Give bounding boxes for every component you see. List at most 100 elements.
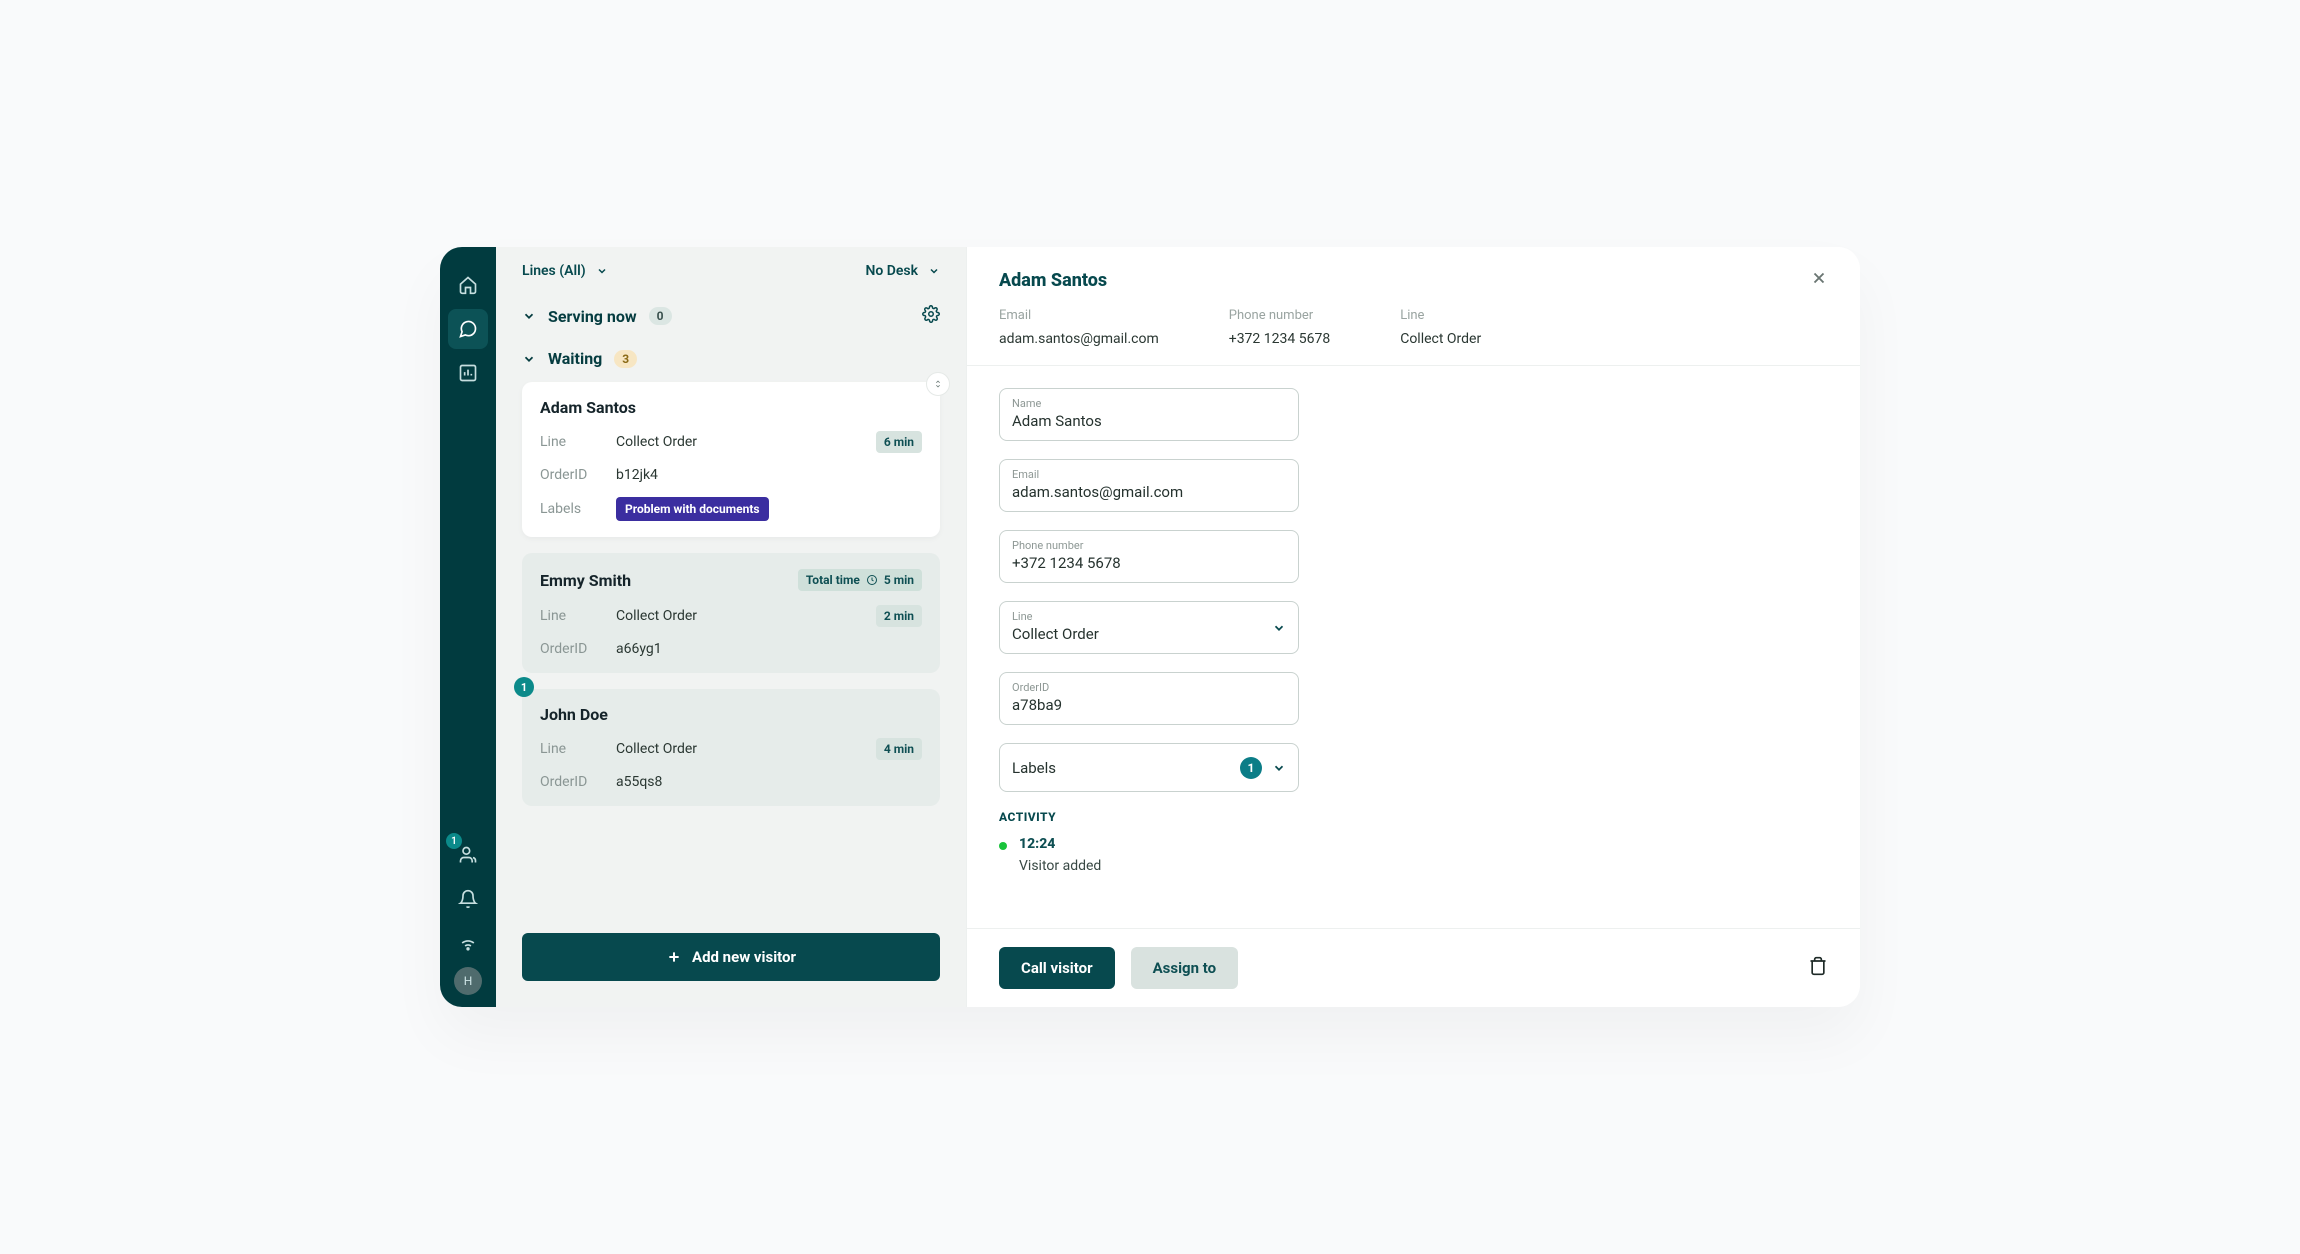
phone-field[interactable]: Phone number +372 1234 5678 bbox=[999, 530, 1299, 583]
line-select[interactable]: Line Collect Order bbox=[999, 601, 1299, 654]
waiting-count: 3 bbox=[614, 350, 637, 368]
chat-icon bbox=[458, 319, 478, 339]
waiting-section-head[interactable]: Waiting 3 bbox=[522, 349, 940, 368]
field-label: Line bbox=[540, 608, 616, 624]
delete-button[interactable] bbox=[1808, 956, 1828, 980]
meta-label: Line bbox=[1400, 308, 1481, 323]
reorder-handle[interactable] bbox=[926, 372, 950, 396]
chevron-down-icon bbox=[522, 309, 536, 323]
chevron-down-icon bbox=[1272, 621, 1286, 635]
labels-count: 1 bbox=[1240, 757, 1262, 779]
visitor-card[interactable]: Emmy Smith Total time 5 min Line Collect… bbox=[522, 553, 940, 673]
serving-section-head[interactable]: Serving now 0 bbox=[522, 305, 940, 327]
assign-to-button[interactable]: Assign to bbox=[1131, 947, 1239, 989]
detail-panel: Adam Santos Email adam.santos@gmail.com P… bbox=[966, 247, 1860, 1007]
visitor-name: John Doe bbox=[540, 705, 608, 724]
field-label: Line bbox=[540, 434, 616, 450]
nav-notifications[interactable] bbox=[448, 879, 488, 919]
nav-rail: 1 H bbox=[440, 247, 496, 1007]
wait-time-badge: 2 min bbox=[876, 605, 922, 627]
visitor-card[interactable]: 1 John Doe Line Collect Order 4 min Orde… bbox=[522, 689, 940, 806]
field-value: Collect Order bbox=[616, 741, 697, 757]
detail-body: Name Adam Santos Email adam.santos@gmail… bbox=[967, 366, 1860, 896]
nav-network[interactable] bbox=[448, 923, 488, 963]
meta-label: Email bbox=[999, 308, 1159, 323]
chevron-down-icon bbox=[522, 352, 536, 366]
avatar-initial: H bbox=[464, 974, 473, 988]
detail-title: Adam Santos bbox=[999, 270, 1107, 291]
activity-label: Visitor added bbox=[1019, 858, 1101, 874]
wifi-icon bbox=[458, 933, 478, 953]
users-badge: 1 bbox=[446, 833, 462, 849]
field-label: OrderID bbox=[540, 467, 616, 483]
email-field[interactable]: Email adam.santos@gmail.com bbox=[999, 459, 1299, 512]
plus-icon bbox=[666, 949, 682, 965]
meta-value: +372 1234 5678 bbox=[1229, 331, 1330, 347]
chart-icon bbox=[458, 363, 478, 383]
label-tag: Problem with documents bbox=[616, 497, 769, 521]
field-value: b12jk4 bbox=[616, 467, 658, 483]
home-icon bbox=[458, 275, 478, 295]
desk-dropdown-label: No Desk bbox=[865, 263, 918, 279]
meta-value: Collect Order bbox=[1400, 331, 1481, 347]
user-avatar[interactable]: H bbox=[454, 967, 482, 995]
button-label: Call visitor bbox=[1021, 959, 1093, 977]
field-value: a78ba9 bbox=[1012, 696, 1286, 714]
field-label: Line bbox=[1012, 610, 1286, 623]
activity-heading: ACTIVITY bbox=[999, 810, 1828, 824]
close-icon bbox=[1810, 269, 1828, 287]
field-value: +372 1234 5678 bbox=[1012, 554, 1286, 572]
visitor-name: Emmy Smith bbox=[540, 571, 631, 590]
chevron-down-icon bbox=[928, 265, 940, 277]
activity-item: 12:24 Visitor added bbox=[999, 836, 1828, 874]
meta-label: Phone number bbox=[1229, 308, 1330, 323]
nav-home[interactable] bbox=[448, 265, 488, 305]
close-button[interactable] bbox=[1810, 269, 1828, 292]
total-time-value: 5 min bbox=[884, 573, 914, 587]
field-label: Labels bbox=[540, 501, 616, 517]
orderid-field[interactable]: OrderID a78ba9 bbox=[999, 672, 1299, 725]
labels-select[interactable]: Labels 1 bbox=[999, 743, 1299, 792]
button-label: Assign to bbox=[1153, 959, 1217, 977]
desk-dropdown[interactable]: No Desk bbox=[865, 263, 940, 279]
field-value: Collect Order bbox=[616, 608, 697, 624]
visitor-card[interactable]: Adam Santos Line Collect Order 6 min Ord… bbox=[522, 382, 940, 537]
serving-count: 0 bbox=[649, 307, 672, 325]
nav-users[interactable]: 1 bbox=[448, 835, 488, 875]
field-label: Phone number bbox=[1012, 539, 1286, 552]
waiting-label: Waiting bbox=[548, 349, 602, 368]
settings-button[interactable] bbox=[922, 305, 940, 327]
bell-icon bbox=[458, 889, 478, 909]
gear-icon bbox=[922, 305, 940, 323]
detail-footer: Call visitor Assign to bbox=[967, 928, 1860, 1007]
trash-icon bbox=[1808, 956, 1828, 976]
nav-stats[interactable] bbox=[448, 353, 488, 393]
lines-dropdown[interactable]: Lines (All) bbox=[522, 263, 608, 279]
visitor-cards: Adam Santos Line Collect Order 6 min Ord… bbox=[522, 382, 940, 806]
clock-icon bbox=[866, 574, 878, 586]
users-icon bbox=[458, 845, 478, 865]
field-label: OrderID bbox=[540, 641, 616, 657]
field-label: Line bbox=[540, 741, 616, 757]
field-label: Email bbox=[1012, 468, 1286, 481]
wait-time-badge: 4 min bbox=[876, 738, 922, 760]
wait-time-badge: 6 min bbox=[876, 431, 922, 453]
field-value: Collect Order bbox=[1012, 625, 1286, 643]
chevron-down-icon bbox=[596, 265, 608, 277]
detail-header: Adam Santos Email adam.santos@gmail.com P… bbox=[967, 247, 1860, 366]
app-frame: 1 H Lines (All) No Desk Serving now 0 bbox=[440, 247, 1860, 1007]
add-visitor-button[interactable]: Add new visitor bbox=[522, 933, 940, 981]
field-value: a66yg1 bbox=[616, 641, 662, 657]
field-value: adam.santos@gmail.com bbox=[1012, 483, 1286, 501]
queue-column: Lines (All) No Desk Serving now 0 Waitin… bbox=[496, 247, 966, 1007]
field-value: a55qs8 bbox=[616, 774, 662, 790]
add-visitor-label: Add new visitor bbox=[692, 948, 796, 966]
field-value: Adam Santos bbox=[1012, 412, 1286, 430]
serving-label: Serving now bbox=[548, 307, 637, 326]
meta-value: adam.santos@gmail.com bbox=[999, 331, 1159, 347]
chevron-down-icon bbox=[1272, 761, 1286, 775]
field-value: Collect Order bbox=[616, 434, 697, 450]
nav-queue[interactable] bbox=[448, 309, 488, 349]
call-visitor-button[interactable]: Call visitor bbox=[999, 947, 1115, 989]
name-field[interactable]: Name Adam Santos bbox=[999, 388, 1299, 441]
